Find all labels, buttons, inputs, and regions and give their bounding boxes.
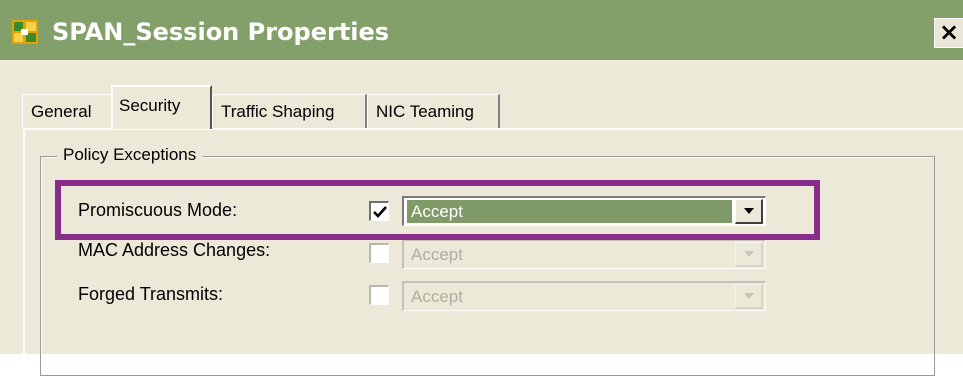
policy-exceptions-label: Policy Exceptions bbox=[57, 142, 203, 168]
close-button[interactable]: × bbox=[934, 18, 963, 48]
chevron-down-icon bbox=[744, 251, 754, 257]
mac-address-changes-dropdown[interactable]: Accept bbox=[402, 239, 766, 269]
tab-general[interactable]: General bbox=[22, 94, 113, 128]
mac-address-changes-value: Accept bbox=[411, 245, 463, 264]
forged-transmits-label: Forged Transmits: bbox=[78, 284, 224, 304]
window-title: SPAN_Session Properties bbox=[52, 18, 390, 46]
portgroup-icon bbox=[12, 20, 38, 44]
forged-transmits-dropdown-button[interactable] bbox=[735, 284, 763, 309]
forged-transmits-dropdown[interactable]: Accept bbox=[402, 281, 766, 311]
properties-dialog: SPAN_Session Properties × General Securi… bbox=[0, 0, 963, 376]
forged-transmits-value: Accept bbox=[411, 287, 463, 306]
annotation-highlight-box bbox=[55, 180, 820, 240]
tab-nic-teaming[interactable]: NIC Teaming bbox=[367, 94, 500, 128]
forged-transmits-checkbox[interactable] bbox=[369, 285, 389, 305]
title-bar[interactable]: SPAN_Session Properties × bbox=[0, 0, 963, 60]
tab-traffic-shaping[interactable]: Traffic Shaping bbox=[212, 94, 367, 128]
tab-security[interactable]: Security bbox=[111, 85, 212, 129]
chevron-down-icon bbox=[744, 293, 754, 299]
mac-address-changes-dropdown-button[interactable] bbox=[735, 242, 763, 267]
mac-address-changes-checkbox[interactable] bbox=[369, 243, 389, 263]
mac-address-changes-label: MAC Address Changes: bbox=[78, 240, 271, 260]
